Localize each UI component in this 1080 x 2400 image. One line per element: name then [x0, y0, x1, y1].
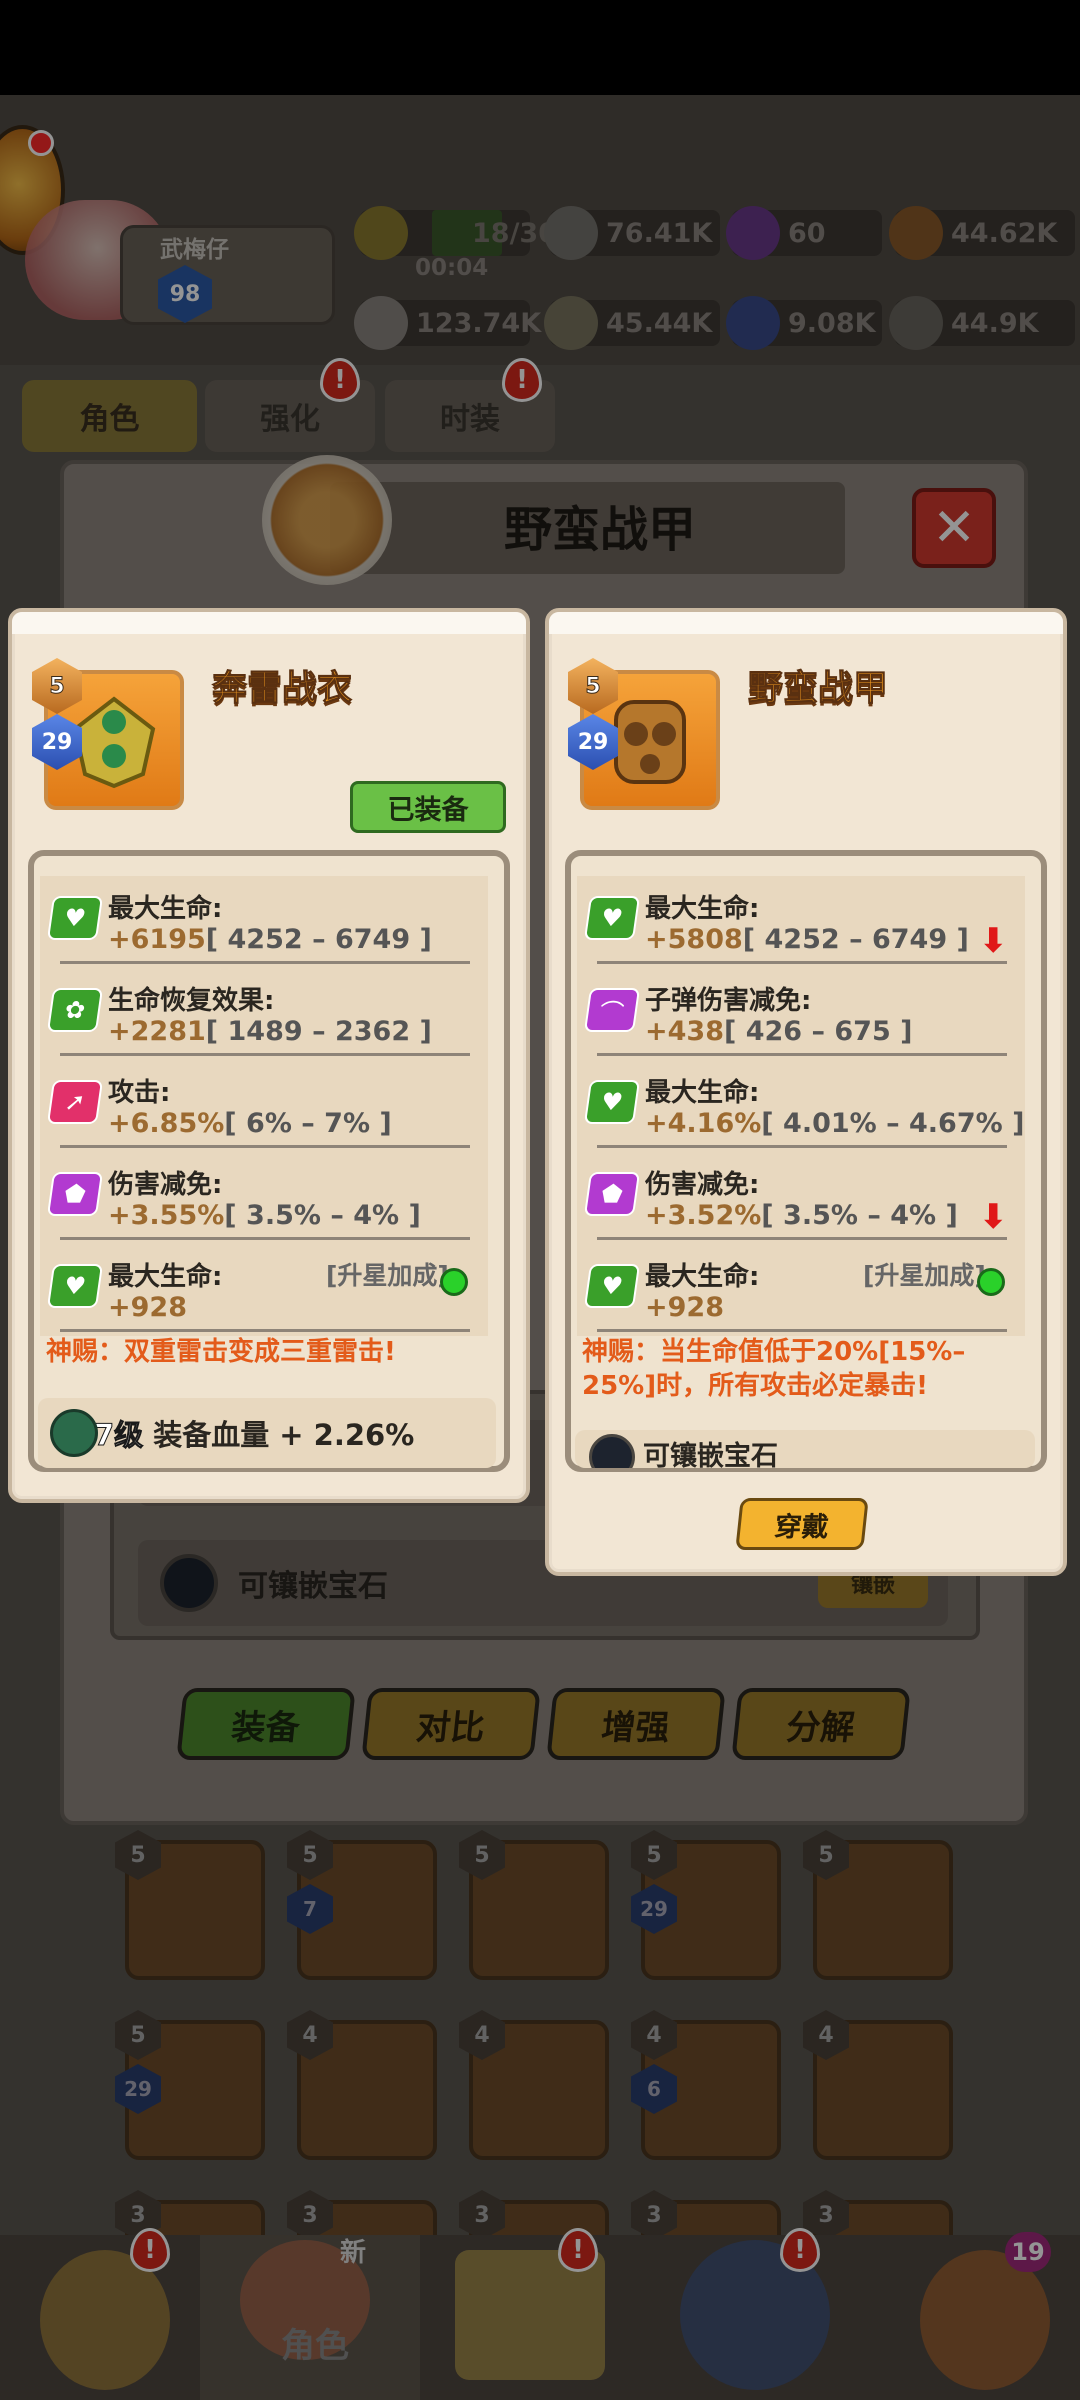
stat-value-line: +5808[ 4252 – 6749 ]	[645, 924, 969, 955]
stat-row: ♥ 最大生命: +6195[ 4252 – 6749 ]	[40, 876, 488, 968]
stat-label: 最大生命:	[645, 1262, 760, 1292]
bonus-text: 装备血量 + 2.26%	[153, 1418, 415, 1452]
set-bonus-row: 7级 装备血量 + 2.26%	[38, 1398, 496, 1468]
stat-row: ✿ 生命恢复效果: +2281[ 1489 – 2362 ]	[40, 968, 488, 1060]
star-count: 5	[585, 673, 601, 699]
wear-button[interactable]: 穿戴	[735, 1498, 869, 1550]
stat-range: [ 6% – 7% ]	[224, 1108, 392, 1139]
game-screen: 武梅仔 98 18/30 00:04 76.41K 60 44.62K 123.…	[0, 0, 1080, 2400]
stat-value: +2281	[108, 1016, 206, 1047]
down-arrow-icon: ⬇	[979, 921, 1008, 961]
card-top-edge	[12, 612, 526, 634]
stat-value: +438	[645, 1016, 724, 1047]
bonus-level: 7级	[93, 1418, 144, 1453]
stat-row: ♥ 最大生命: +5808[ 4252 – 6749 ] ⬇	[577, 876, 1025, 968]
stat-label-star-bonus: [升星加成]	[326, 1261, 449, 1290]
stat-range: [ 1489 – 2362 ]	[205, 1016, 432, 1047]
stat-value: +4.16%	[645, 1108, 762, 1139]
stat-value-line: +928	[108, 1292, 187, 1323]
stat-value-line: +928	[645, 1292, 724, 1323]
stat-value: +6.85%	[108, 1108, 225, 1139]
stat-row: ⌒ 子弹伤害减免: +438[ 426 – 675 ]	[577, 968, 1025, 1060]
bullet-shield-icon: ⌒	[583, 988, 641, 1032]
item-name: 奔雷战衣	[211, 669, 353, 710]
stat-label: 最大生命:	[108, 1262, 223, 1292]
stat-divider	[597, 961, 1007, 964]
stat-label: 攻击:	[108, 1078, 171, 1108]
card-top-edge	[549, 612, 1063, 634]
stat-row: ⬟ 伤害减免: +3.55%[ 3.5% – 4% ]	[40, 1152, 488, 1244]
stat-row: ➚ 攻击: +6.85%[ 6% – 7% ]	[40, 1060, 488, 1152]
stat-value: +928	[108, 1292, 187, 1323]
stat-value: +6195	[108, 924, 206, 955]
stat-value-line: +6195[ 4252 – 6749 ]	[108, 924, 432, 955]
level-value: 29	[577, 729, 609, 755]
stat-row: ⬟ 伤害减免: +3.52%[ 3.5% – 4% ] ⬇	[577, 1152, 1025, 1244]
gem-slot-icon	[589, 1434, 635, 1468]
down-arrow-icon: ⬇	[979, 1197, 1008, 1237]
heart-icon: ♥	[46, 896, 104, 940]
stat-divider	[60, 961, 470, 964]
stat-range: [ 3.5% – 4% ]	[224, 1200, 421, 1231]
divine-effect-text: 神赐：当生命值低于20%[15%–25%]时，所有攻击必定暴击!	[582, 1337, 966, 1401]
divine-effect-text: 神赐：双重雷击变成三重雷击!	[46, 1337, 396, 1367]
heart-icon: ♥	[583, 1080, 641, 1124]
stat-row: ♥ 最大生命: [升星加成] +928	[40, 1244, 488, 1336]
stat-range: [ 4252 – 6749 ]	[205, 924, 432, 955]
stat-label: 伤害减免:	[645, 1170, 760, 1200]
heart-icon: ♥	[46, 1264, 104, 1308]
stat-divider	[597, 1237, 1007, 1240]
stat-range: [ 3.5% – 4% ]	[761, 1200, 958, 1231]
stat-label: 最大生命:	[108, 894, 223, 924]
stat-divider	[60, 1329, 470, 1332]
stat-label-star-bonus: [升星加成]	[863, 1261, 986, 1290]
stat-value: +5808	[645, 924, 743, 955]
stat-label: 最大生命:	[645, 1078, 760, 1108]
stat-divider	[597, 1145, 1007, 1148]
stat-value-line: +2281[ 1489 – 2362 ]	[108, 1016, 432, 1047]
stat-divider	[60, 1053, 470, 1056]
level-value: 29	[41, 729, 73, 755]
stat-value-line: +3.52%[ 3.5% – 4% ]	[645, 1200, 958, 1231]
stat-label: 生命恢复效果:	[108, 986, 275, 1016]
stat-divider	[60, 1145, 470, 1148]
upgrade-available-dot	[440, 1268, 468, 1296]
stat-value: +928	[645, 1292, 724, 1323]
item-name: 野蛮战甲	[747, 669, 889, 710]
stat-range: [ 4.01% – 4.67% ]	[761, 1108, 1025, 1139]
gem-slot-row[interactable]: 可镶嵌宝石	[575, 1430, 1035, 1468]
stat-range: [ 4252 – 6749 ]	[742, 924, 969, 955]
shield-icon: ⬟	[46, 1172, 104, 1216]
star-count: 5	[49, 673, 65, 699]
stat-value-line: +6.85%[ 6% – 7% ]	[108, 1108, 392, 1139]
stat-value-line: +438[ 426 – 675 ]	[645, 1016, 912, 1047]
regen-icon: ✿	[46, 988, 104, 1032]
heart-icon: ♥	[583, 896, 641, 940]
status-bar	[0, 0, 1080, 95]
stat-value-line: +4.16%[ 4.01% – 4.67% ]	[645, 1108, 1024, 1139]
stat-range: [ 426 – 675 ]	[723, 1016, 913, 1047]
stat-divider	[597, 1329, 1007, 1332]
stat-label: 子弹伤害减免:	[645, 986, 812, 1016]
stat-label: 伤害减免:	[108, 1170, 223, 1200]
stat-label: 最大生命:	[645, 894, 760, 924]
pentagon-gem-icon	[50, 1409, 98, 1457]
gem-slot-label: 可镶嵌宝石	[643, 1441, 778, 1468]
stat-divider	[60, 1237, 470, 1240]
attack-icon: ➚	[46, 1080, 104, 1124]
upgrade-available-dot	[977, 1268, 1005, 1296]
stat-value-line: +3.55%[ 3.5% – 4% ]	[108, 1200, 421, 1231]
stat-row: ♥ 最大生命: +4.16%[ 4.01% – 4.67% ]	[577, 1060, 1025, 1152]
equipped-button[interactable]: 已装备	[350, 781, 506, 833]
stat-divider	[597, 1053, 1007, 1056]
heart-icon: ♥	[583, 1264, 641, 1308]
stat-value: +3.55%	[108, 1200, 225, 1231]
shield-icon: ⬟	[583, 1172, 641, 1216]
stat-value: +3.52%	[645, 1200, 762, 1231]
stat-row: ♥ 最大生命: [升星加成] +928	[577, 1244, 1025, 1336]
